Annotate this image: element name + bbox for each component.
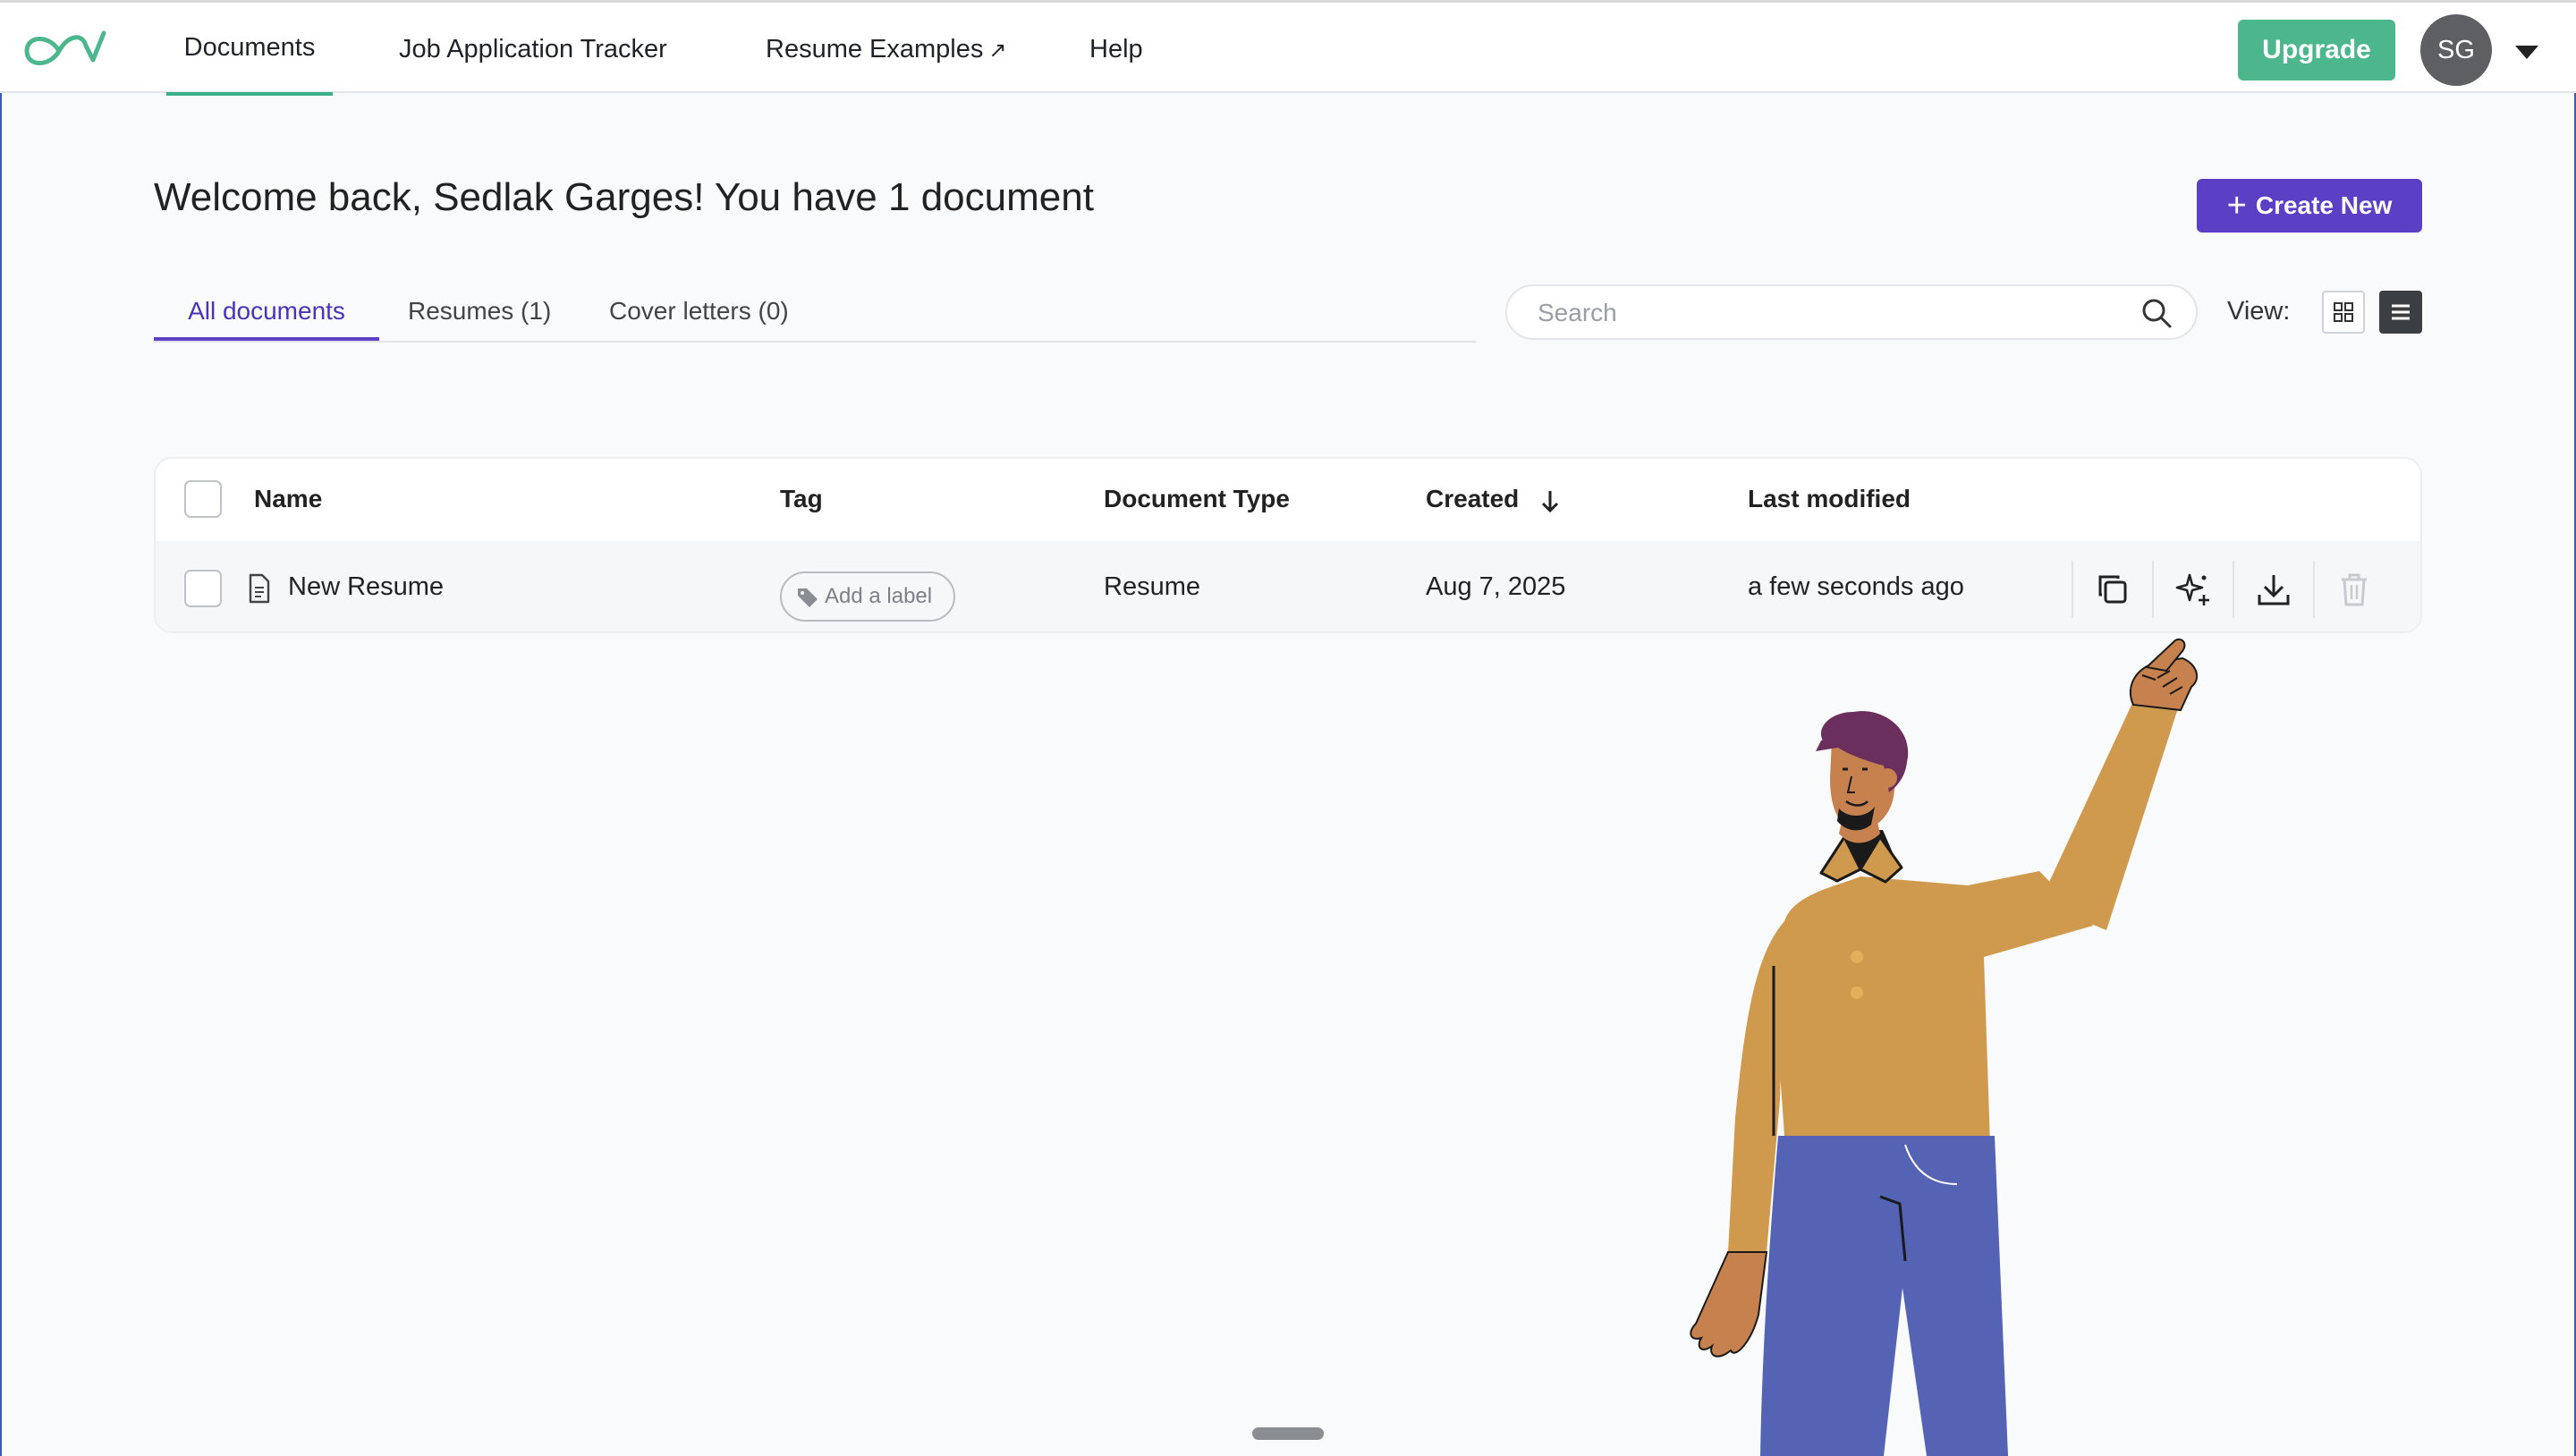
add-label-text: Add a label <box>825 584 933 608</box>
logo-icon[interactable] <box>23 26 107 76</box>
upgrade-button[interactable]: Upgrade <box>2238 20 2395 80</box>
tab-resumes[interactable]: Resumes (1) <box>408 290 551 341</box>
documents-table: Name Tag Document Type Created Last modi… <box>154 457 2422 633</box>
view-label: View: <box>2227 297 2291 326</box>
create-new-label: Create New <box>2255 191 2393 219</box>
row-checkbox[interactable] <box>184 570 222 607</box>
tag-icon <box>798 588 818 607</box>
grid-view-button[interactable] <box>2322 291 2365 334</box>
search-input[interactable] <box>1536 286 2112 340</box>
nav-resume-examples-label: Resume Examples <box>766 35 984 63</box>
plus-icon: + <box>2226 187 2247 224</box>
page-title: Welcome back, Sedlak Garges! You have 1 … <box>154 175 1094 219</box>
list-view-button[interactable] <box>2379 291 2422 334</box>
column-created-label: Created <box>1426 485 1520 512</box>
column-name[interactable]: Name <box>254 485 322 513</box>
document-name[interactable]: New Resume <box>288 572 444 602</box>
created-date: Aug 7, 2025 <box>1426 572 1566 601</box>
trash-icon[interactable] <box>2333 568 2376 611</box>
table-row[interactable]: New Resume Add a label Resume Aug 7, 202… <box>156 541 2420 631</box>
search-icon[interactable] <box>2140 297 2173 329</box>
grid-view-icon <box>2334 302 2353 322</box>
window-left-edge <box>0 93 2 1456</box>
avatar[interactable]: SG <box>2420 14 2492 86</box>
nav-job-tracker-label: Job Application Tracker <box>399 35 667 63</box>
action-divider <box>2313 561 2315 618</box>
ai-sparkle-icon[interactable] <box>2172 568 2215 611</box>
nav-resume-examples[interactable]: Resume Examples ↗ <box>766 3 1006 96</box>
document-type: Resume <box>1104 572 1200 601</box>
chevron-down-icon[interactable] <box>2515 46 2538 59</box>
external-link-icon: ↗ <box>988 38 1007 63</box>
select-all-checkbox[interactable] <box>184 480 222 518</box>
nav-job-application-tracker[interactable]: Job Application Tracker <box>399 3 667 96</box>
duplicate-icon[interactable] <box>2091 568 2134 611</box>
column-created[interactable]: Created <box>1426 485 1563 516</box>
nav-documents[interactable]: Documents <box>166 3 333 96</box>
nav-help[interactable]: Help <box>1089 3 1143 96</box>
action-divider <box>2072 561 2073 618</box>
tab-all-documents[interactable]: All documents <box>154 290 379 341</box>
list-view-icon <box>2392 304 2410 320</box>
document-tabs: All documents Resumes (1) Cover letters … <box>154 290 1476 343</box>
tab-resumes-label: Resumes (1) <box>408 297 552 325</box>
nav-help-label: Help <box>1089 35 1143 63</box>
create-new-button[interactable]: + Create New <box>2197 179 2422 233</box>
table-header: Name Tag Document Type Created Last modi… <box>156 459 2420 541</box>
tab-cover-letters[interactable]: Cover letters (0) <box>609 290 789 341</box>
sort-arrow-down-icon <box>1541 491 1559 513</box>
nav-documents-label: Documents <box>183 33 316 62</box>
column-last-modified[interactable]: Last modified <box>1748 485 1911 513</box>
action-divider <box>2233 561 2234 618</box>
column-document-type[interactable]: Document Type <box>1104 485 1290 513</box>
action-divider <box>2152 561 2154 618</box>
column-tag: Tag <box>780 485 823 512</box>
pointing-man-illustration <box>1690 639 2199 1456</box>
search-box <box>1505 284 2198 340</box>
tab-cover-letters-label: Cover letters (0) <box>609 297 789 325</box>
document-icon <box>249 573 270 604</box>
scroll-handle[interactable] <box>1252 1427 1324 1440</box>
add-label-button[interactable]: Add a label <box>780 571 955 622</box>
tab-all-documents-label: All documents <box>188 297 345 325</box>
download-icon[interactable] <box>2252 568 2295 611</box>
top-navigation-bar: Documents Job Application Tracker Resume… <box>0 0 2576 96</box>
last-modified: a few seconds ago <box>1748 572 1964 601</box>
